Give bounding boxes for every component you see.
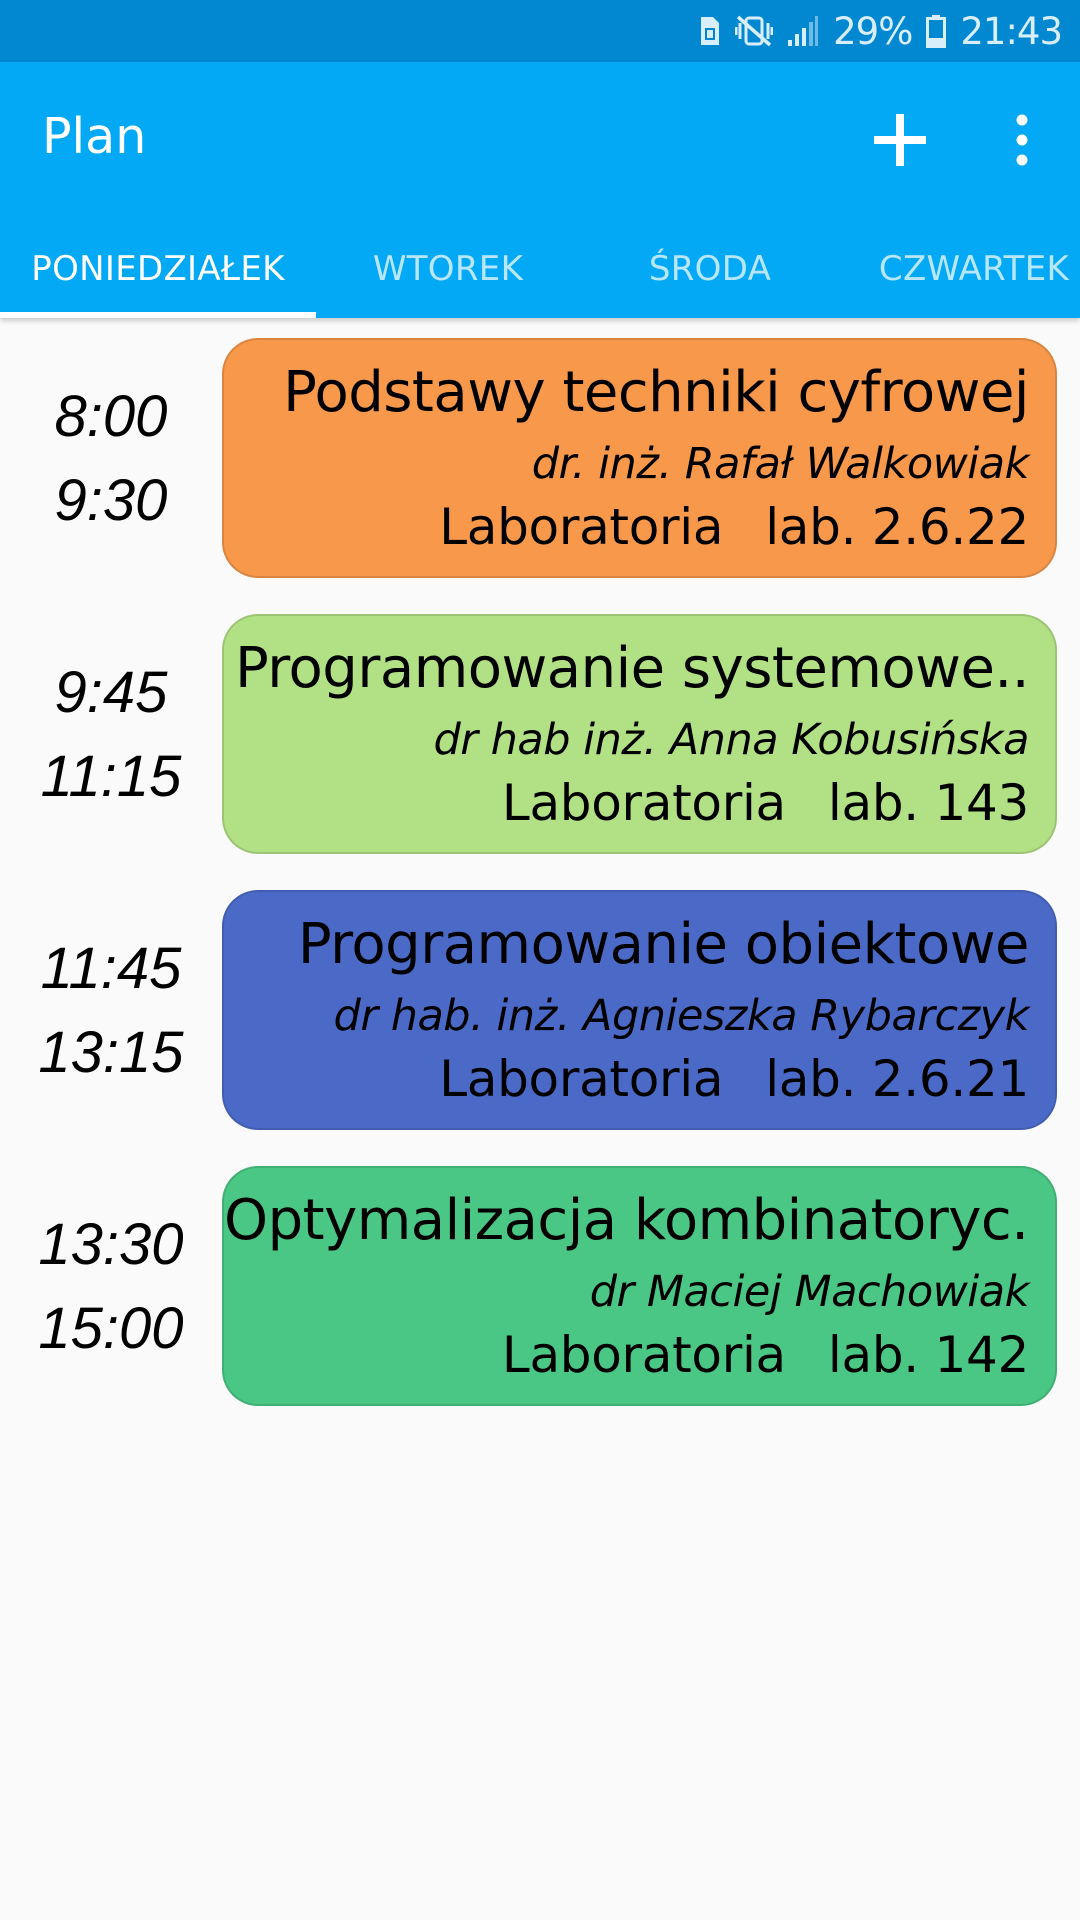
class-title: Optymalizacja kombinatoryc.. bbox=[224, 1190, 1029, 1252]
start-time: 8:00 bbox=[54, 384, 168, 449]
class-details: Laboratoria lab. 2.6.22 bbox=[224, 496, 1029, 558]
app-bar: Plan PONIEDZIAŁEK WTOREK ŚRODA CZWARTEK bbox=[0, 62, 1080, 318]
class-details: Laboratoria lab. 143 bbox=[224, 772, 1029, 834]
class-type: Laboratoria bbox=[439, 498, 724, 556]
class-card[interactable]: Optymalizacja kombinatoryc.. dr Maciej M… bbox=[222, 1166, 1057, 1406]
class-room: lab. 142 bbox=[827, 1326, 1029, 1384]
tab-czwartek[interactable]: CZWARTEK bbox=[862, 220, 1080, 318]
class-type: Laboratoria bbox=[501, 1326, 786, 1384]
time-range: 13:30 15:00 bbox=[0, 1166, 222, 1408]
start-time: 11:45 bbox=[40, 936, 182, 1001]
tab-sroda[interactable]: ŚRODA bbox=[580, 220, 840, 318]
class-type: Laboratoria bbox=[439, 1050, 724, 1108]
day-tabs: PONIEDZIAŁEK WTOREK ŚRODA CZWARTEK bbox=[0, 220, 1080, 318]
add-button[interactable] bbox=[864, 104, 936, 176]
sim-card-icon bbox=[697, 15, 721, 47]
schedule-row: 13:30 15:00 Optymalizacja kombinatoryc..… bbox=[0, 1166, 1080, 1408]
class-room: lab. 2.6.22 bbox=[765, 498, 1029, 556]
class-title: Podstawy techniki cyfrowej bbox=[283, 362, 1029, 424]
class-type: Laboratoria bbox=[501, 774, 786, 832]
status-icons: 29% 21:43 bbox=[697, 0, 1063, 62]
class-card[interactable]: Programowanie systemowe.. dr hab inż. An… bbox=[222, 614, 1057, 854]
end-time: 11:15 bbox=[40, 744, 182, 809]
start-time: 13:30 bbox=[38, 1212, 184, 1277]
class-title: Programowanie systemowe.. bbox=[234, 638, 1029, 700]
signal-icon bbox=[787, 15, 819, 47]
overflow-menu-button[interactable] bbox=[1000, 104, 1044, 176]
tab-indicator bbox=[0, 312, 316, 318]
tab-wtorek[interactable]: WTOREK bbox=[316, 220, 580, 318]
battery-percent: 29% bbox=[833, 9, 913, 53]
class-teacher: dr. inż. Rafał Walkowiak bbox=[531, 439, 1030, 489]
schedule-row: 9:45 11:15 Programowanie systemowe.. dr … bbox=[0, 614, 1080, 856]
end-time: 9:30 bbox=[54, 468, 168, 533]
time-range: 11:45 13:15 bbox=[0, 890, 222, 1132]
time-range: 9:45 11:15 bbox=[0, 614, 222, 856]
tab-poniedzialek[interactable]: PONIEDZIAŁEK bbox=[0, 220, 316, 318]
class-room: lab. 2.6.21 bbox=[765, 1050, 1029, 1108]
class-details: Laboratoria lab. 142 bbox=[224, 1324, 1029, 1386]
class-teacher: dr hab inż. Anna Kobusińska bbox=[433, 715, 1029, 765]
class-card[interactable]: Podstawy techniki cyfrowej dr. inż. Rafa… bbox=[222, 338, 1057, 578]
battery-icon bbox=[926, 14, 947, 48]
clock: 21:43 bbox=[960, 9, 1063, 53]
time-range: 8:00 9:30 bbox=[0, 338, 222, 580]
end-time: 13:15 bbox=[38, 1020, 184, 1085]
class-teacher: dr hab. inż. Agnieszka Rybarczyk bbox=[333, 991, 1030, 1041]
schedule-row: 11:45 13:15 Programowanie obiektowe dr h… bbox=[0, 890, 1080, 1132]
class-room: lab. 143 bbox=[827, 774, 1029, 832]
status-bar: 29% 21:43 bbox=[0, 0, 1080, 62]
plus-icon bbox=[874, 114, 926, 166]
class-title: Programowanie obiektowe bbox=[297, 914, 1029, 976]
schedule-row: 8:00 9:30 Podstawy techniki cyfrowej dr.… bbox=[0, 338, 1080, 580]
app-title: Plan bbox=[42, 108, 147, 165]
class-details: Laboratoria lab. 2.6.21 bbox=[224, 1048, 1029, 1110]
end-time: 15:00 bbox=[38, 1296, 184, 1361]
start-time: 9:45 bbox=[54, 660, 168, 725]
class-card[interactable]: Programowanie obiektowe dr hab. inż. Agn… bbox=[222, 890, 1057, 1130]
vibrate-mute-icon bbox=[735, 14, 774, 48]
more-vert-icon bbox=[1016, 114, 1028, 166]
class-teacher: dr Maciej Machowiak bbox=[589, 1267, 1030, 1317]
